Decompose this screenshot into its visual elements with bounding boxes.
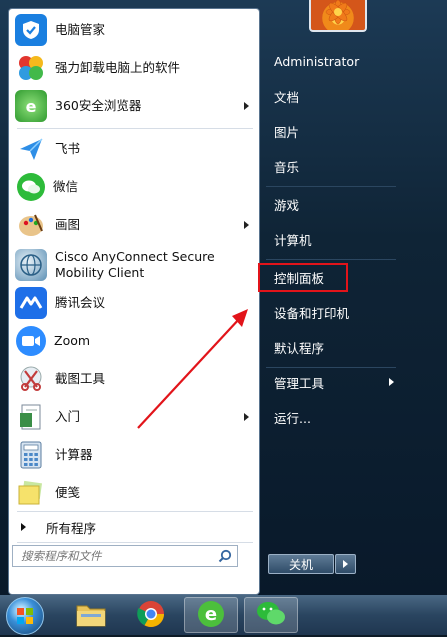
shutdown-options-button[interactable] xyxy=(335,554,356,574)
program-label: Zoom xyxy=(54,333,91,348)
right-item-label: 管理工具 xyxy=(274,375,325,391)
program-item-sticky-notes[interactable]: 便笺 xyxy=(13,475,257,511)
taskbar: e xyxy=(0,595,447,635)
right-item-label: 设备和打印机 xyxy=(274,305,350,321)
meeting-icon xyxy=(15,287,47,319)
program-item-getting-started[interactable]: 入门 xyxy=(13,399,257,435)
start-menu-programs-panel: 电脑管家 强力卸载电脑上的软件 e 360安全浏览器 飞书 微信 画图 Cisc… xyxy=(8,8,260,595)
right-item-games[interactable]: 游戏 xyxy=(266,190,396,218)
right-item-music[interactable]: 音乐 xyxy=(266,152,396,180)
program-item-calculator[interactable]: 计算器 xyxy=(13,437,257,473)
right-item-admin-tools[interactable]: 管理工具 xyxy=(266,368,396,396)
right-item-label: 文档 xyxy=(274,89,300,105)
right-item-label: Administrator xyxy=(274,53,360,69)
all-programs-label: 所有程序 xyxy=(46,520,97,536)
divider xyxy=(17,511,253,512)
program-item-360-browser[interactable]: e 360安全浏览器 xyxy=(13,88,257,124)
divider xyxy=(17,542,253,543)
user-avatar[interactable] xyxy=(309,0,367,32)
right-item-label: 音乐 xyxy=(274,159,300,175)
program-item-wechat[interactable]: 微信 xyxy=(13,169,257,205)
program-item-zoom[interactable]: Zoom xyxy=(13,323,257,359)
right-item-label: 默认程序 xyxy=(274,340,325,356)
program-item-feishu[interactable]: 飞书 xyxy=(13,131,257,167)
right-item-computer[interactable]: 计算机 xyxy=(266,225,396,253)
program-label: 腾讯会议 xyxy=(55,295,106,310)
right-item-devices-printers[interactable]: 设备和打印机 xyxy=(266,298,396,326)
right-item-label: 计算机 xyxy=(274,232,312,248)
clover-icon xyxy=(15,52,47,84)
program-label: 强力卸载电脑上的软件 xyxy=(55,60,181,75)
start-orb-button[interactable] xyxy=(6,597,44,635)
paper-plane-icon xyxy=(15,133,47,165)
search-programs-field[interactable] xyxy=(12,545,238,567)
svg-text:e: e xyxy=(205,604,217,625)
shield-icon xyxy=(15,14,47,46)
program-label: 计算器 xyxy=(55,447,93,462)
document-icon xyxy=(15,401,47,433)
all-programs-button[interactable]: 所有程序 xyxy=(13,515,257,539)
shutdown-label: 关机 xyxy=(288,557,313,572)
globe-icon xyxy=(15,249,47,281)
right-item-administrator[interactable]: Administrator xyxy=(266,47,396,75)
scissors-icon xyxy=(15,363,47,395)
submenu-arrow-icon xyxy=(389,378,394,386)
taskbar-chrome[interactable] xyxy=(124,597,178,633)
program-item-cisco[interactable]: Cisco AnyConnect Secure Mobility Client xyxy=(13,245,257,285)
program-item-tencent-meeting[interactable]: 腾讯会议 xyxy=(13,285,257,321)
right-item-default-programs[interactable]: 默认程序 xyxy=(266,333,396,361)
highlight-box xyxy=(258,263,348,292)
chrome-icon xyxy=(136,599,166,632)
submenu-arrow-icon xyxy=(244,413,249,421)
browser-e-icon: e xyxy=(15,90,47,122)
search-input[interactable] xyxy=(19,548,219,564)
right-item-label: 游戏 xyxy=(274,197,300,213)
program-label: 画图 xyxy=(55,217,81,232)
calculator-icon xyxy=(15,439,47,471)
program-label: 入门 xyxy=(55,409,81,424)
taskbar-360-browser[interactable]: e xyxy=(184,597,238,633)
taskbar-explorer[interactable] xyxy=(64,597,118,633)
program-label: 飞书 xyxy=(55,141,81,156)
video-camera-icon xyxy=(16,326,46,356)
program-label: 截图工具 xyxy=(55,371,106,386)
submenu-arrow-icon xyxy=(244,221,249,229)
right-item-documents[interactable]: 文档 xyxy=(266,82,396,110)
taskbar-wechat[interactable] xyxy=(244,597,298,633)
note-icon xyxy=(15,477,47,509)
program-item-snipping[interactable]: 截图工具 xyxy=(13,361,257,397)
right-item-run[interactable]: 运行... xyxy=(266,403,396,431)
wechat-icon xyxy=(255,600,287,631)
program-label: 便笺 xyxy=(55,485,81,500)
search-icon[interactable] xyxy=(218,549,232,566)
program-label: Cisco AnyConnect Secure Mobility Client xyxy=(55,249,215,280)
chevron-right-icon xyxy=(343,560,348,568)
palette-icon xyxy=(15,209,47,241)
shutdown-button[interactable]: 关机 xyxy=(268,554,334,574)
program-label: 微信 xyxy=(53,179,79,194)
right-item-label: 运行... xyxy=(274,410,311,426)
folder-icon xyxy=(75,600,107,631)
program-item-uninstall[interactable]: 强力卸载电脑上的软件 xyxy=(13,50,257,86)
program-item-tencent-pc-manager[interactable]: 电脑管家 xyxy=(13,12,257,48)
right-item-pictures[interactable]: 图片 xyxy=(266,117,396,145)
right-item-label: 图片 xyxy=(274,124,300,140)
program-label: 电脑管家 xyxy=(55,22,106,37)
program-label: 360安全浏览器 xyxy=(55,98,142,113)
expand-arrow-icon xyxy=(21,523,26,531)
browser-e-icon: e xyxy=(196,599,226,632)
wechat-icon xyxy=(17,173,45,201)
flower-icon xyxy=(325,0,351,25)
divider xyxy=(266,186,396,187)
divider xyxy=(266,259,396,260)
submenu-arrow-icon xyxy=(244,102,249,110)
program-item-paint[interactable]: 画图 xyxy=(13,207,257,243)
divider xyxy=(17,128,253,129)
